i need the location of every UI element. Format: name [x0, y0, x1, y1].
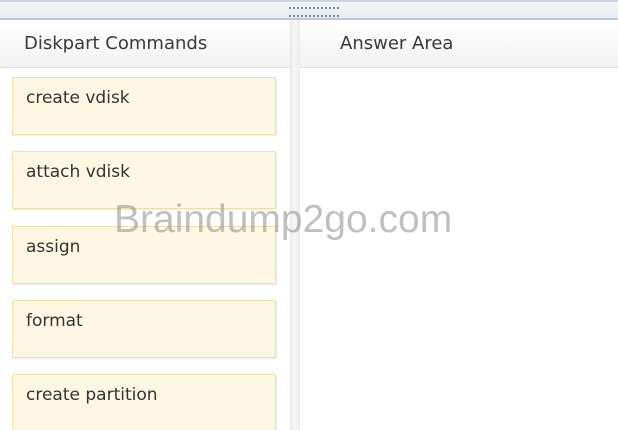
drag-item-assign[interactable]: assign: [12, 226, 276, 284]
drag-item-label: assign: [26, 237, 81, 257]
resize-grip-icon[interactable]: [288, 7, 340, 17]
top-bar-line: [0, 0, 618, 2]
drag-item-label: create partition: [26, 385, 158, 405]
drag-item-label: create vdisk: [26, 88, 130, 108]
drag-item-create-vdisk[interactable]: create vdisk: [12, 77, 276, 135]
drag-item-label: attach vdisk: [26, 162, 130, 182]
source-panel-title: Diskpart Commands: [0, 20, 290, 68]
panel-splitter[interactable]: [290, 20, 300, 430]
answer-area-title: Answer Area: [300, 20, 618, 68]
drag-item-format[interactable]: format: [12, 300, 276, 358]
answer-area[interactable]: Answer Area: [300, 20, 618, 430]
drag-item-attach-vdisk[interactable]: attach vdisk: [12, 151, 276, 209]
source-panel: Diskpart Commands create vdisk attach vd…: [0, 20, 290, 430]
top-bar: [0, 0, 618, 20]
drag-drop-question: Diskpart Commands create vdisk attach vd…: [0, 0, 618, 430]
drag-item-create-partition[interactable]: create partition: [12, 374, 276, 430]
drag-item-label: format: [26, 311, 83, 331]
